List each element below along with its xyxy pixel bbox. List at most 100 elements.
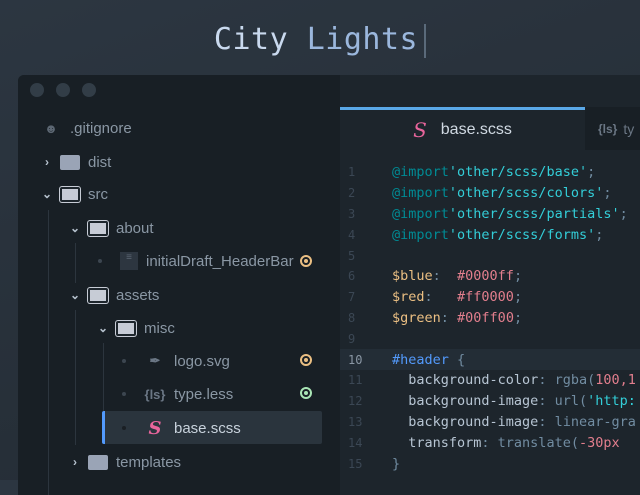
file-name: base.scss (174, 419, 241, 437)
tree-item-templates[interactable]: › templates (68, 446, 181, 478)
tree-item-about[interactable]: ⌄ about (68, 212, 154, 244)
token: @import (392, 164, 449, 181)
tree-item-type-less[interactable]: {ls} type.less (122, 378, 233, 410)
bullet-icon (122, 426, 126, 430)
line-number: 3 (348, 206, 356, 221)
indent-guide (75, 243, 76, 283)
line-number: 14 (348, 435, 363, 450)
file-name: .gitignore (70, 119, 132, 137)
token: 'http: (587, 393, 636, 410)
tree-item-assets[interactable]: ⌄ assets (68, 279, 159, 311)
folder-icon (60, 154, 80, 170)
token: ; (603, 185, 612, 202)
maximize-button[interactable] (82, 83, 96, 97)
modified-badge-icon (300, 354, 312, 366)
chevron-down-icon[interactable]: ⌄ (68, 288, 82, 302)
tree-item-src[interactable]: ⌄ src (40, 178, 108, 210)
token: $blue (392, 268, 433, 285)
chevron-right-icon[interactable]: › (68, 455, 82, 469)
code-editor: Sbase.scss {ls}base.scssty 1@import 'oth… (340, 75, 640, 495)
line-number: 6 (348, 269, 356, 284)
chevron-down-icon[interactable]: ⌄ (68, 221, 82, 235)
token: -30px (578, 434, 620, 451)
code-line: 11 background-color: rgba(100,1 (340, 370, 640, 391)
code-line: 6 $blue: #0000ff; (340, 266, 640, 287)
bullet-icon (122, 392, 126, 396)
indent-guide (75, 310, 76, 445)
folder-open-icon (116, 320, 136, 336)
chevron-down-icon[interactable]: ⌄ (96, 321, 110, 335)
token: ; (513, 289, 523, 306)
tab-label: base.scss (440, 121, 512, 138)
token: : (440, 309, 458, 326)
close-button[interactable] (30, 83, 44, 97)
code-line: 1 @import 'other/scss/base'; (340, 162, 640, 183)
tree-item-misc[interactable]: ⌄ misc (96, 312, 175, 344)
tree-item-dist[interactable]: › dist (40, 146, 111, 178)
token: : url( (538, 393, 588, 410)
file-tree: ☻ .gitignore › dist ⌄ src ⌄ about ≡ initialDr… (18, 75, 340, 495)
text-cursor (424, 23, 427, 58)
indent-guide (103, 343, 104, 411)
octocat-icon: ☻ (44, 120, 58, 136)
code-line: 15} (340, 453, 640, 474)
code-area[interactable]: 1 @import 'other/scss/base'; 2 @import 'ot… (340, 162, 640, 474)
sass-icon: S (148, 417, 162, 439)
token: 'other/scss/base' (448, 164, 588, 181)
token: 'other/scss/partials' (448, 205, 620, 222)
token: $green (392, 309, 441, 326)
pen-tool-icon: ✒ (149, 353, 161, 368)
token: { (448, 351, 466, 368)
token: ; (619, 205, 628, 222)
folder-name: src (88, 185, 108, 203)
token: translate( (497, 434, 579, 451)
line-number: 13 (348, 414, 363, 429)
token: #ff0000 (457, 289, 514, 306)
token: : rgba( (538, 372, 596, 389)
folder-name: templates (116, 453, 182, 471)
token: @import (392, 205, 449, 222)
token: : (424, 289, 458, 306)
tree-item-initialdraft[interactable]: ≡ initialDraft_HeaderBar (98, 245, 308, 277)
tree-item-logo-svg[interactable]: ✒ logo.svg (122, 345, 230, 377)
tab-type-less[interactable]: {ls}base.scssty (598, 107, 634, 150)
bullet-icon (98, 259, 102, 263)
minimize-button[interactable] (56, 83, 70, 97)
token: ; (595, 226, 604, 243)
tab-base-scss[interactable]: Sbase.scss (340, 107, 585, 150)
modified-badge-icon (300, 255, 312, 267)
title-word-2: Lights (306, 22, 419, 57)
chevron-down-icon[interactable]: ⌄ (40, 187, 54, 201)
file-name: type.less (174, 385, 234, 403)
less-icon: {ls} (598, 121, 618, 136)
less-icon: {ls} (144, 386, 166, 402)
sass-icon: S (413, 118, 427, 142)
code-line: 3 @import 'other/scss/partials'; (340, 204, 640, 225)
line-number: 7 (348, 290, 356, 305)
tree-item-base-scss[interactable]: Sbase.scss (122, 412, 241, 444)
token: $red (392, 289, 425, 306)
editor-window: ☻ .gitignore › dist ⌄ src ⌄ about ≡ initialDr… (18, 75, 640, 495)
sketch-file-icon: ≡ (120, 252, 138, 270)
token: #00ff00 (457, 309, 514, 326)
code-line-current: 10 #header { (340, 349, 640, 370)
folder-open-icon (88, 220, 108, 236)
tree-item-gitignore[interactable]: ☻ .gitignore (40, 112, 132, 144)
token: : (432, 268, 458, 285)
added-badge-icon (300, 387, 312, 399)
token: background-image (392, 393, 539, 410)
line-number: 8 (348, 310, 356, 325)
folder-name: assets (116, 286, 160, 304)
line-number: 11 (348, 373, 363, 388)
folder-open-icon (88, 287, 108, 303)
page-title: City Lights (0, 22, 640, 58)
line-number: 10 (348, 352, 363, 367)
line-number: 15 (348, 456, 363, 471)
file-name: initialDraft_HeaderBar (146, 252, 294, 270)
code-line: 7 $red: #ff0000; (340, 287, 640, 308)
chevron-right-icon[interactable]: › (40, 155, 54, 169)
token: 'other/scss/colors' (448, 185, 604, 202)
code-line: 5 (340, 245, 640, 266)
window-controls (30, 83, 96, 97)
token: 'other/scss/forms' (448, 226, 596, 243)
